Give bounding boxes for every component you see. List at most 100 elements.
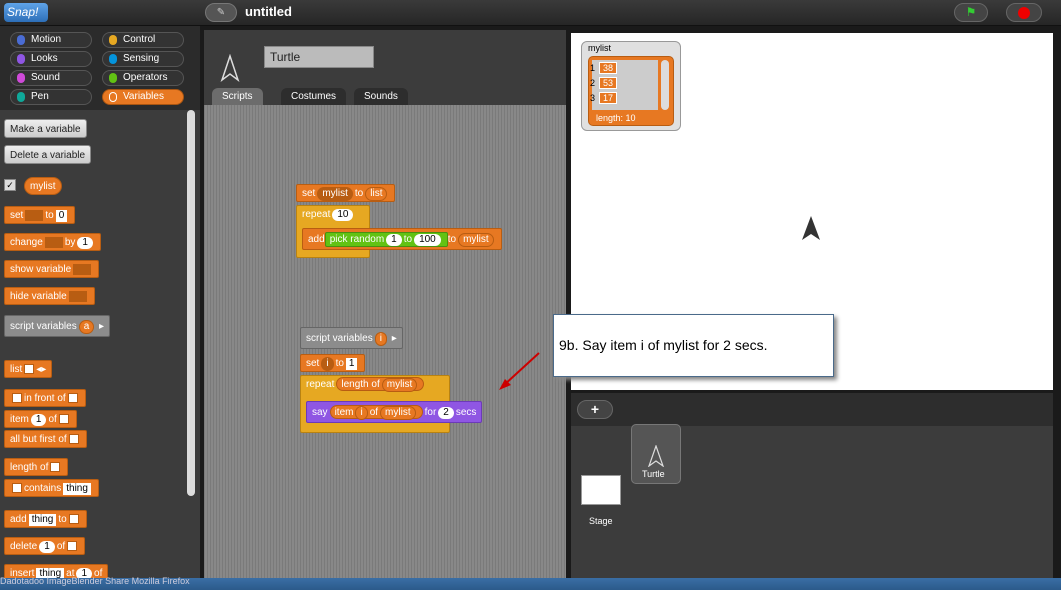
mylist-reporter[interactable]: mylist [380, 406, 416, 420]
var-dropdown[interactable]: mylist [317, 187, 353, 201]
delete-variable-button[interactable]: Delete a variable [4, 145, 92, 164]
in-front-of-label: in front of [24, 393, 66, 404]
watcher-scrollbar[interactable] [661, 60, 669, 110]
variables-color-icon [109, 92, 117, 102]
tab-costumes[interactable]: Costumes [281, 88, 347, 105]
palette-scrollbar[interactable] [187, 110, 195, 496]
list-slot-icon[interactable] [12, 483, 22, 494]
all-but-first-block[interactable]: all but first of [4, 430, 87, 448]
by-label: by [64, 237, 76, 248]
set-mylist-block[interactable]: set mylist to list [296, 184, 396, 202]
change-block[interactable]: change by 1 [4, 233, 101, 251]
list-slot-icon[interactable] [67, 393, 78, 404]
set-value-slot[interactable]: 0 [55, 210, 68, 222]
sensing-color-icon [109, 54, 117, 64]
set-i-block[interactable]: set i to 1 [300, 354, 366, 372]
sprite-name-field[interactable]: Turtle [264, 46, 374, 68]
script-variables-block[interactable]: script variables a ▸ [4, 315, 111, 337]
contains-block[interactable]: contains thing [4, 479, 99, 497]
category-looks[interactable]: Looks [10, 51, 92, 67]
i-reporter[interactable]: i [355, 406, 368, 420]
watcher-row: 2 53 [590, 77, 618, 89]
add-random-block[interactable]: add pick random 1 to 100 to mylist [302, 228, 502, 250]
length-of-label: length of [10, 462, 49, 473]
item-of-reporter[interactable]: item i of mylist [329, 405, 423, 420]
thing-slot[interactable]: thing [28, 514, 57, 526]
category-motion[interactable]: Motion [10, 32, 92, 48]
list-slot-icon[interactable] [68, 434, 79, 445]
block-palette: Make a variable Delete a variable ✓ myli… [0, 110, 200, 578]
thing-slot[interactable]: thing [63, 483, 91, 495]
row-value: 38 [599, 62, 618, 74]
category-sound[interactable]: Sound [10, 70, 92, 86]
make-variable-button[interactable]: Make a variable [4, 119, 87, 138]
list-reporter[interactable]: list [365, 187, 388, 201]
tab-scripts[interactable]: Scripts [212, 88, 263, 105]
length-of-block[interactable]: length of [4, 458, 69, 476]
var-dropdown[interactable]: i [321, 357, 334, 371]
category-variables[interactable]: Variables [102, 89, 184, 105]
stage-thumbnail[interactable] [581, 475, 621, 505]
mylist-reporter[interactable]: mylist [24, 177, 62, 195]
dropdown-icon[interactable] [25, 209, 44, 221]
dropdown-icon[interactable] [68, 290, 87, 302]
mylist-reporter[interactable]: mylist [458, 233, 494, 247]
motion-color-icon [17, 35, 25, 45]
category-operators[interactable]: Operators [102, 70, 184, 86]
repeat-count-slot[interactable]: 10 [332, 209, 354, 221]
item-label: item [10, 414, 29, 425]
list-slot-icon[interactable] [58, 414, 69, 425]
say-for-secs-block[interactable]: say item i of mylist for 2 secs [306, 401, 483, 423]
in-front-of-block[interactable]: in front of [4, 389, 86, 407]
green-flag-button[interactable]: ⚑ [954, 3, 988, 22]
turtle-sprite-icon[interactable] [801, 215, 821, 241]
to-label: to [58, 514, 67, 525]
show-variable-block[interactable]: show variable [4, 260, 100, 278]
script-variables-label: script variables [306, 333, 373, 344]
pick-random-reporter[interactable]: pick random 1 to 100 [324, 232, 448, 247]
mylist-reporter[interactable]: mylist [381, 378, 418, 392]
repeat-label: repeat [302, 209, 331, 220]
variable-watcher-checkbox[interactable]: ✓ [4, 179, 16, 191]
add-block[interactable]: add thing to [4, 510, 87, 528]
script-var-a[interactable]: a [78, 320, 95, 334]
item-index-slot[interactable]: 1 [30, 414, 47, 426]
sound-color-icon [17, 73, 25, 83]
set-block[interactable]: set to 0 [4, 206, 76, 224]
list-slot-icon[interactable] [50, 462, 61, 473]
change-value-slot[interactable]: 1 [77, 237, 93, 249]
set-label: set [10, 210, 24, 221]
item-of-block[interactable]: item 1 of [4, 410, 77, 428]
set-value-slot[interactable]: 1 [345, 358, 358, 370]
category-label: Looks [31, 53, 58, 64]
delete-block[interactable]: delete 1 of [4, 537, 86, 555]
length-of-reporter[interactable]: length of mylist [336, 377, 425, 392]
tab-sounds[interactable]: Sounds [354, 88, 408, 105]
secs-slot[interactable]: 2 [438, 407, 454, 419]
to-label: to [354, 188, 364, 199]
category-control[interactable]: Control [102, 32, 184, 48]
snap-logo[interactable]: Snap! [4, 3, 48, 22]
category-pen[interactable]: Pen [10, 89, 92, 105]
project-menu-button[interactable]: ✎ [205, 3, 237, 22]
add-sprite-button[interactable]: + [577, 400, 613, 419]
script-variables-block[interactable]: script variables i ▸ [300, 327, 403, 349]
delete-index-slot[interactable]: 1 [39, 541, 55, 553]
delete-label: delete [10, 541, 38, 552]
category-label: Sound [31, 72, 60, 83]
script-var-i[interactable]: i [374, 332, 387, 346]
category-label: Pen [31, 91, 49, 102]
list-slot-icon[interactable] [67, 541, 78, 552]
category-sensing[interactable]: Sensing [102, 51, 184, 67]
list-slot[interactable] [24, 364, 35, 375]
random-to-slot[interactable]: 100 [414, 234, 441, 246]
random-from-slot[interactable]: 1 [386, 234, 402, 246]
stop-button[interactable] [1006, 3, 1042, 22]
dropdown-icon[interactable] [73, 263, 92, 275]
list-slot-icon[interactable] [68, 514, 79, 525]
all-but-first-label: all but first of [10, 434, 67, 445]
slot-icon[interactable] [12, 393, 22, 404]
dropdown-icon[interactable] [44, 236, 63, 248]
list-block[interactable]: list ◂▸ [4, 360, 53, 378]
hide-variable-block[interactable]: hide variable [4, 287, 95, 305]
